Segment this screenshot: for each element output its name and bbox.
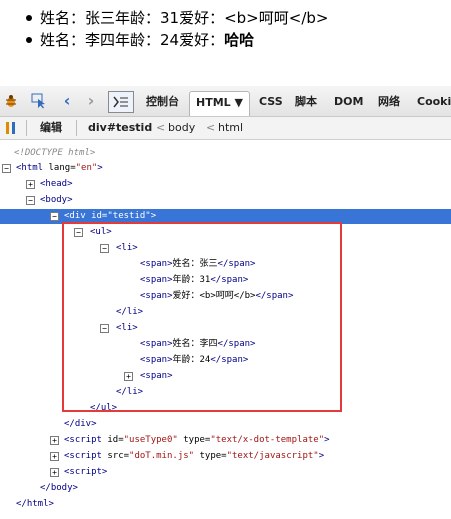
forward-arrow-icon[interactable]: › — [82, 92, 100, 110]
tag-open: <body> — [40, 195, 73, 205]
person-text: 姓名：李四年龄：24爱好： — [40, 31, 225, 49]
inspect-pointer-icon[interactable] — [30, 92, 48, 110]
breadcrumb-bar: 编辑 div#testid < body < html — [0, 117, 451, 140]
tag-open: <script> — [64, 467, 108, 477]
attr-value: "doT.min.js" — [129, 451, 195, 461]
hobby-bold-text: 哈哈 — [224, 31, 255, 49]
collapse-toggle-icon[interactable]: − — [50, 212, 59, 221]
tree-row-script[interactable]: + <script id="useType0" type="text/x-dot… — [0, 433, 451, 448]
attr-value: "en" — [75, 163, 98, 173]
attr-value: "text/x-dot-template" — [210, 435, 325, 445]
rendered-person-list: 姓名：张三年龄：31爱好：<b>呵呵</b> 姓名：李四年龄：24爱好：哈哈 — [0, 7, 328, 51]
attr-name: id= — [107, 435, 124, 445]
tag-open: <html — [16, 163, 49, 173]
console-toggle-icon[interactable] — [108, 91, 134, 113]
divider — [76, 120, 77, 136]
edit-button[interactable]: 编辑 — [40, 120, 62, 136]
attr-value: "text/javascript" — [226, 451, 319, 461]
firebug-bug-icon[interactable] — [2, 92, 20, 110]
tab-css[interactable]: CSS — [259, 92, 283, 112]
tag-close-bracket: > — [150, 211, 157, 221]
tree-row-div-close: </div> — [0, 417, 451, 432]
tree-row-html-close: </html> — [0, 497, 451, 512]
tag-open: <script — [64, 451, 108, 461]
expand-toggle-icon[interactable]: + — [50, 452, 59, 461]
person-item-1: 姓名：张三年龄：31爱好：<b>呵呵</b> — [25, 7, 329, 29]
attr-value: "testid" — [107, 211, 151, 221]
divider — [26, 120, 27, 136]
expand-toggle-icon[interactable]: + — [26, 180, 35, 189]
tag-close-bracket: > — [324, 435, 330, 445]
tab-network[interactable]: 网络 — [378, 92, 400, 112]
collapse-toggle-icon[interactable]: − — [2, 164, 11, 173]
expand-toggle-icon[interactable]: + — [50, 436, 59, 445]
attr-value: "useType0" — [123, 435, 178, 445]
tree-row-head[interactable]: + <head> — [0, 177, 451, 192]
pause-icon[interactable] — [2, 119, 20, 137]
tag-open: <div — [64, 211, 92, 221]
breadcrumb-html[interactable]: html — [218, 120, 243, 136]
breadcrumb-body[interactable]: body — [168, 120, 195, 136]
breadcrumb-separator: < — [156, 121, 166, 134]
tag-close: </div> — [64, 419, 97, 429]
tree-row-doctype: <!DOCTYPE html> — [0, 146, 451, 161]
tab-console[interactable]: 控制台 — [146, 92, 179, 112]
tree-row-script[interactable]: + <script src="doT.min.js" type="text/ja… — [0, 449, 451, 464]
tag-close-bracket: > — [318, 451, 325, 461]
highlight-box — [62, 222, 342, 412]
tag-open: <head> — [40, 179, 73, 189]
person-text: 姓名：张三年龄：31爱好： — [40, 9, 225, 27]
tag-open: <script — [64, 435, 108, 445]
tree-row-script[interactable]: + <script> — [0, 465, 451, 480]
main-toolbar: ‹ › 控制台 HTML ▼ CSS 脚本 DOM 网络 Cooki — [0, 86, 451, 117]
tree-row-body-close: </body> — [0, 481, 451, 496]
tag-close: </body> — [40, 483, 78, 493]
attr-name: id= — [91, 211, 108, 221]
breadcrumb-div[interactable]: div#testid — [88, 120, 152, 136]
attr-name: src= — [107, 451, 130, 461]
hobby-text: <b>呵呵</b> — [224, 9, 329, 27]
doctype-text: <!DOCTYPE html> — [14, 148, 96, 158]
collapse-toggle-icon[interactable]: − — [26, 196, 35, 205]
tab-script[interactable]: 脚本 — [295, 92, 317, 112]
back-arrow-icon[interactable]: ‹ — [58, 92, 76, 110]
breadcrumb-separator: < — [206, 121, 216, 134]
expand-toggle-icon[interactable]: + — [50, 468, 59, 477]
attr-name: type= — [194, 451, 227, 461]
attr-name: type= — [177, 435, 211, 445]
person-item-2: 姓名：李四年龄：24爱好：哈哈 — [25, 29, 328, 51]
attr-name: lang= — [48, 163, 76, 173]
tab-cookies[interactable]: Cooki — [417, 92, 451, 112]
tab-html[interactable]: HTML ▼ — [189, 91, 250, 116]
tab-dom[interactable]: DOM — [334, 92, 363, 112]
tag-close-bracket: > — [97, 163, 103, 173]
tree-row-html[interactable]: − <html lang="en"> — [0, 161, 451, 176]
tree-row-body[interactable]: − <body> — [0, 193, 451, 208]
tag-close: </html> — [16, 499, 54, 509]
